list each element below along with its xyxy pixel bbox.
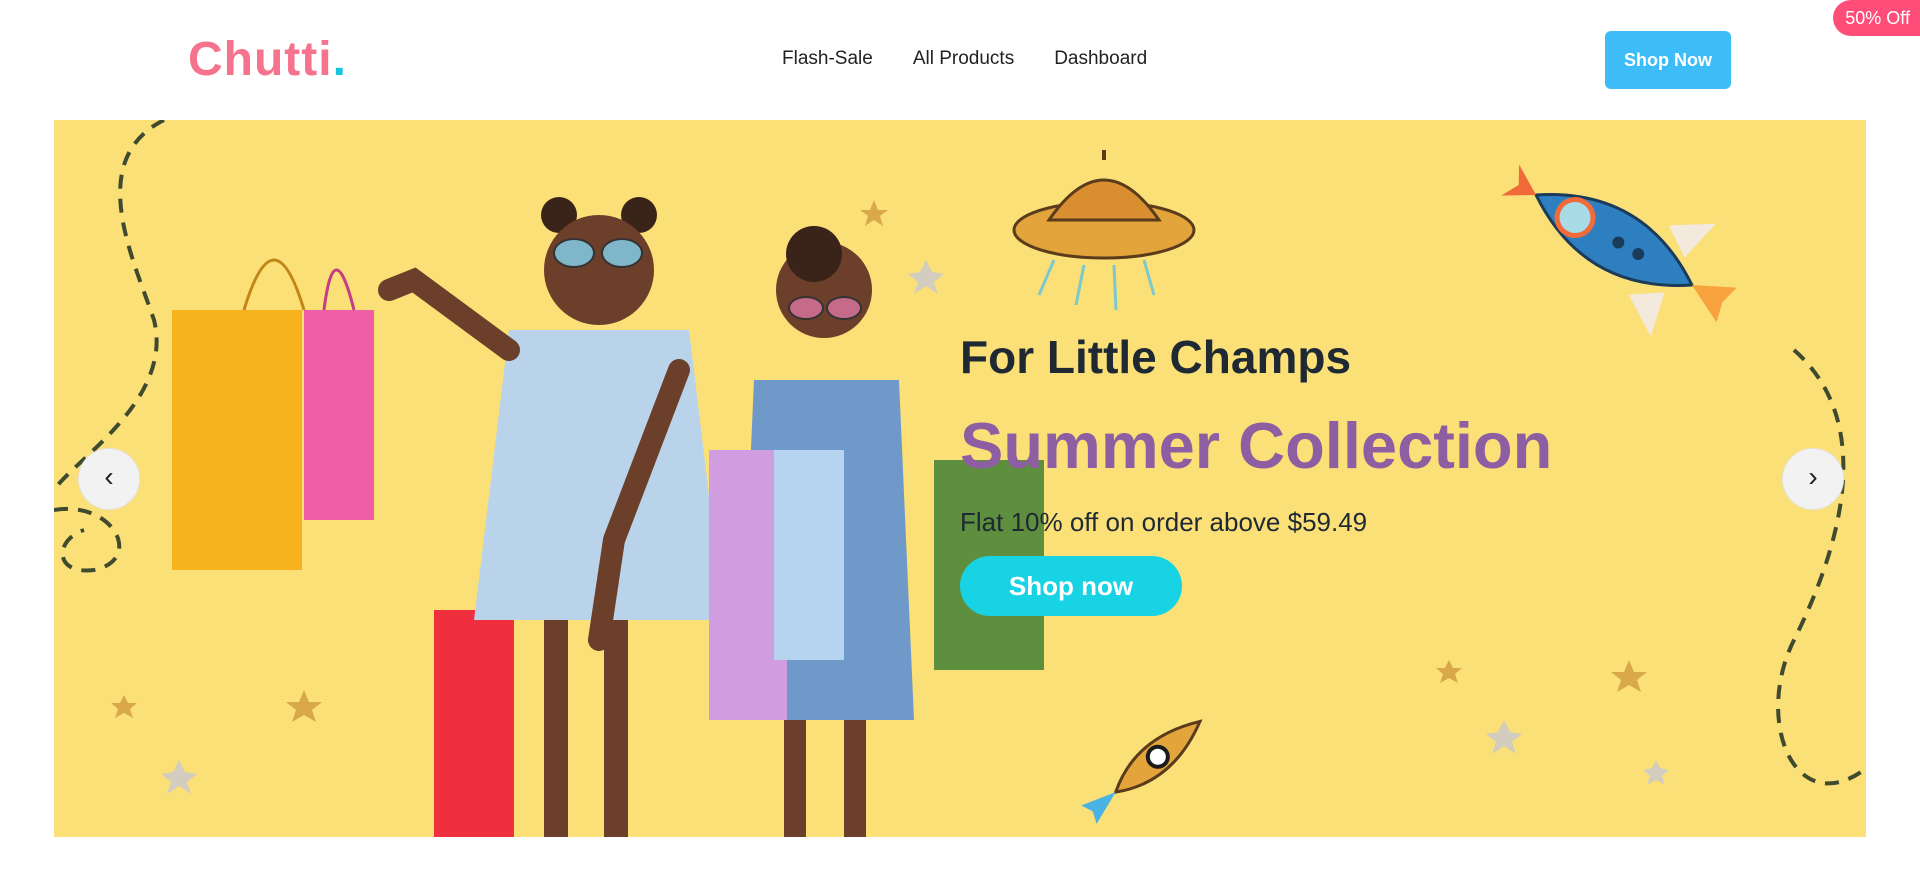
brand-name: Chutti <box>188 33 333 86</box>
nav-link-dashboard[interactable]: Dashboard <box>1054 48 1147 70</box>
hero-tagline: For Little Champs <box>960 331 1352 383</box>
header-shop-now-button[interactable]: Shop Now <box>1605 31 1731 89</box>
brand-logo[interactable]: Chutti. <box>188 32 347 87</box>
hero-offer-text: Flat 10% off on order above $59.49 <box>960 507 1368 537</box>
carousel-next-button[interactable]: › <box>1782 448 1844 510</box>
hero-copy: For Little Champs Summer Collection Flat… <box>960 330 1552 616</box>
hero-shop-now-button[interactable]: Shop now <box>960 556 1182 616</box>
brand-dot: . <box>332 33 347 86</box>
site-header: Chutti. Flash-Sale All Products Dashboar… <box>0 0 1920 120</box>
carousel-prev-button[interactable]: ‹ <box>78 448 140 510</box>
hero-banner: ‹ › For Little Champs Summer Collection … <box>54 120 1866 837</box>
nav-link-flash-sale[interactable]: Flash-Sale <box>782 48 873 70</box>
hero-title: Summer Collection <box>960 409 1553 482</box>
nav-link-all-products[interactable]: All Products <box>913 48 1014 70</box>
main-nav: Flash-Sale All Products Dashboard <box>782 48 1147 70</box>
